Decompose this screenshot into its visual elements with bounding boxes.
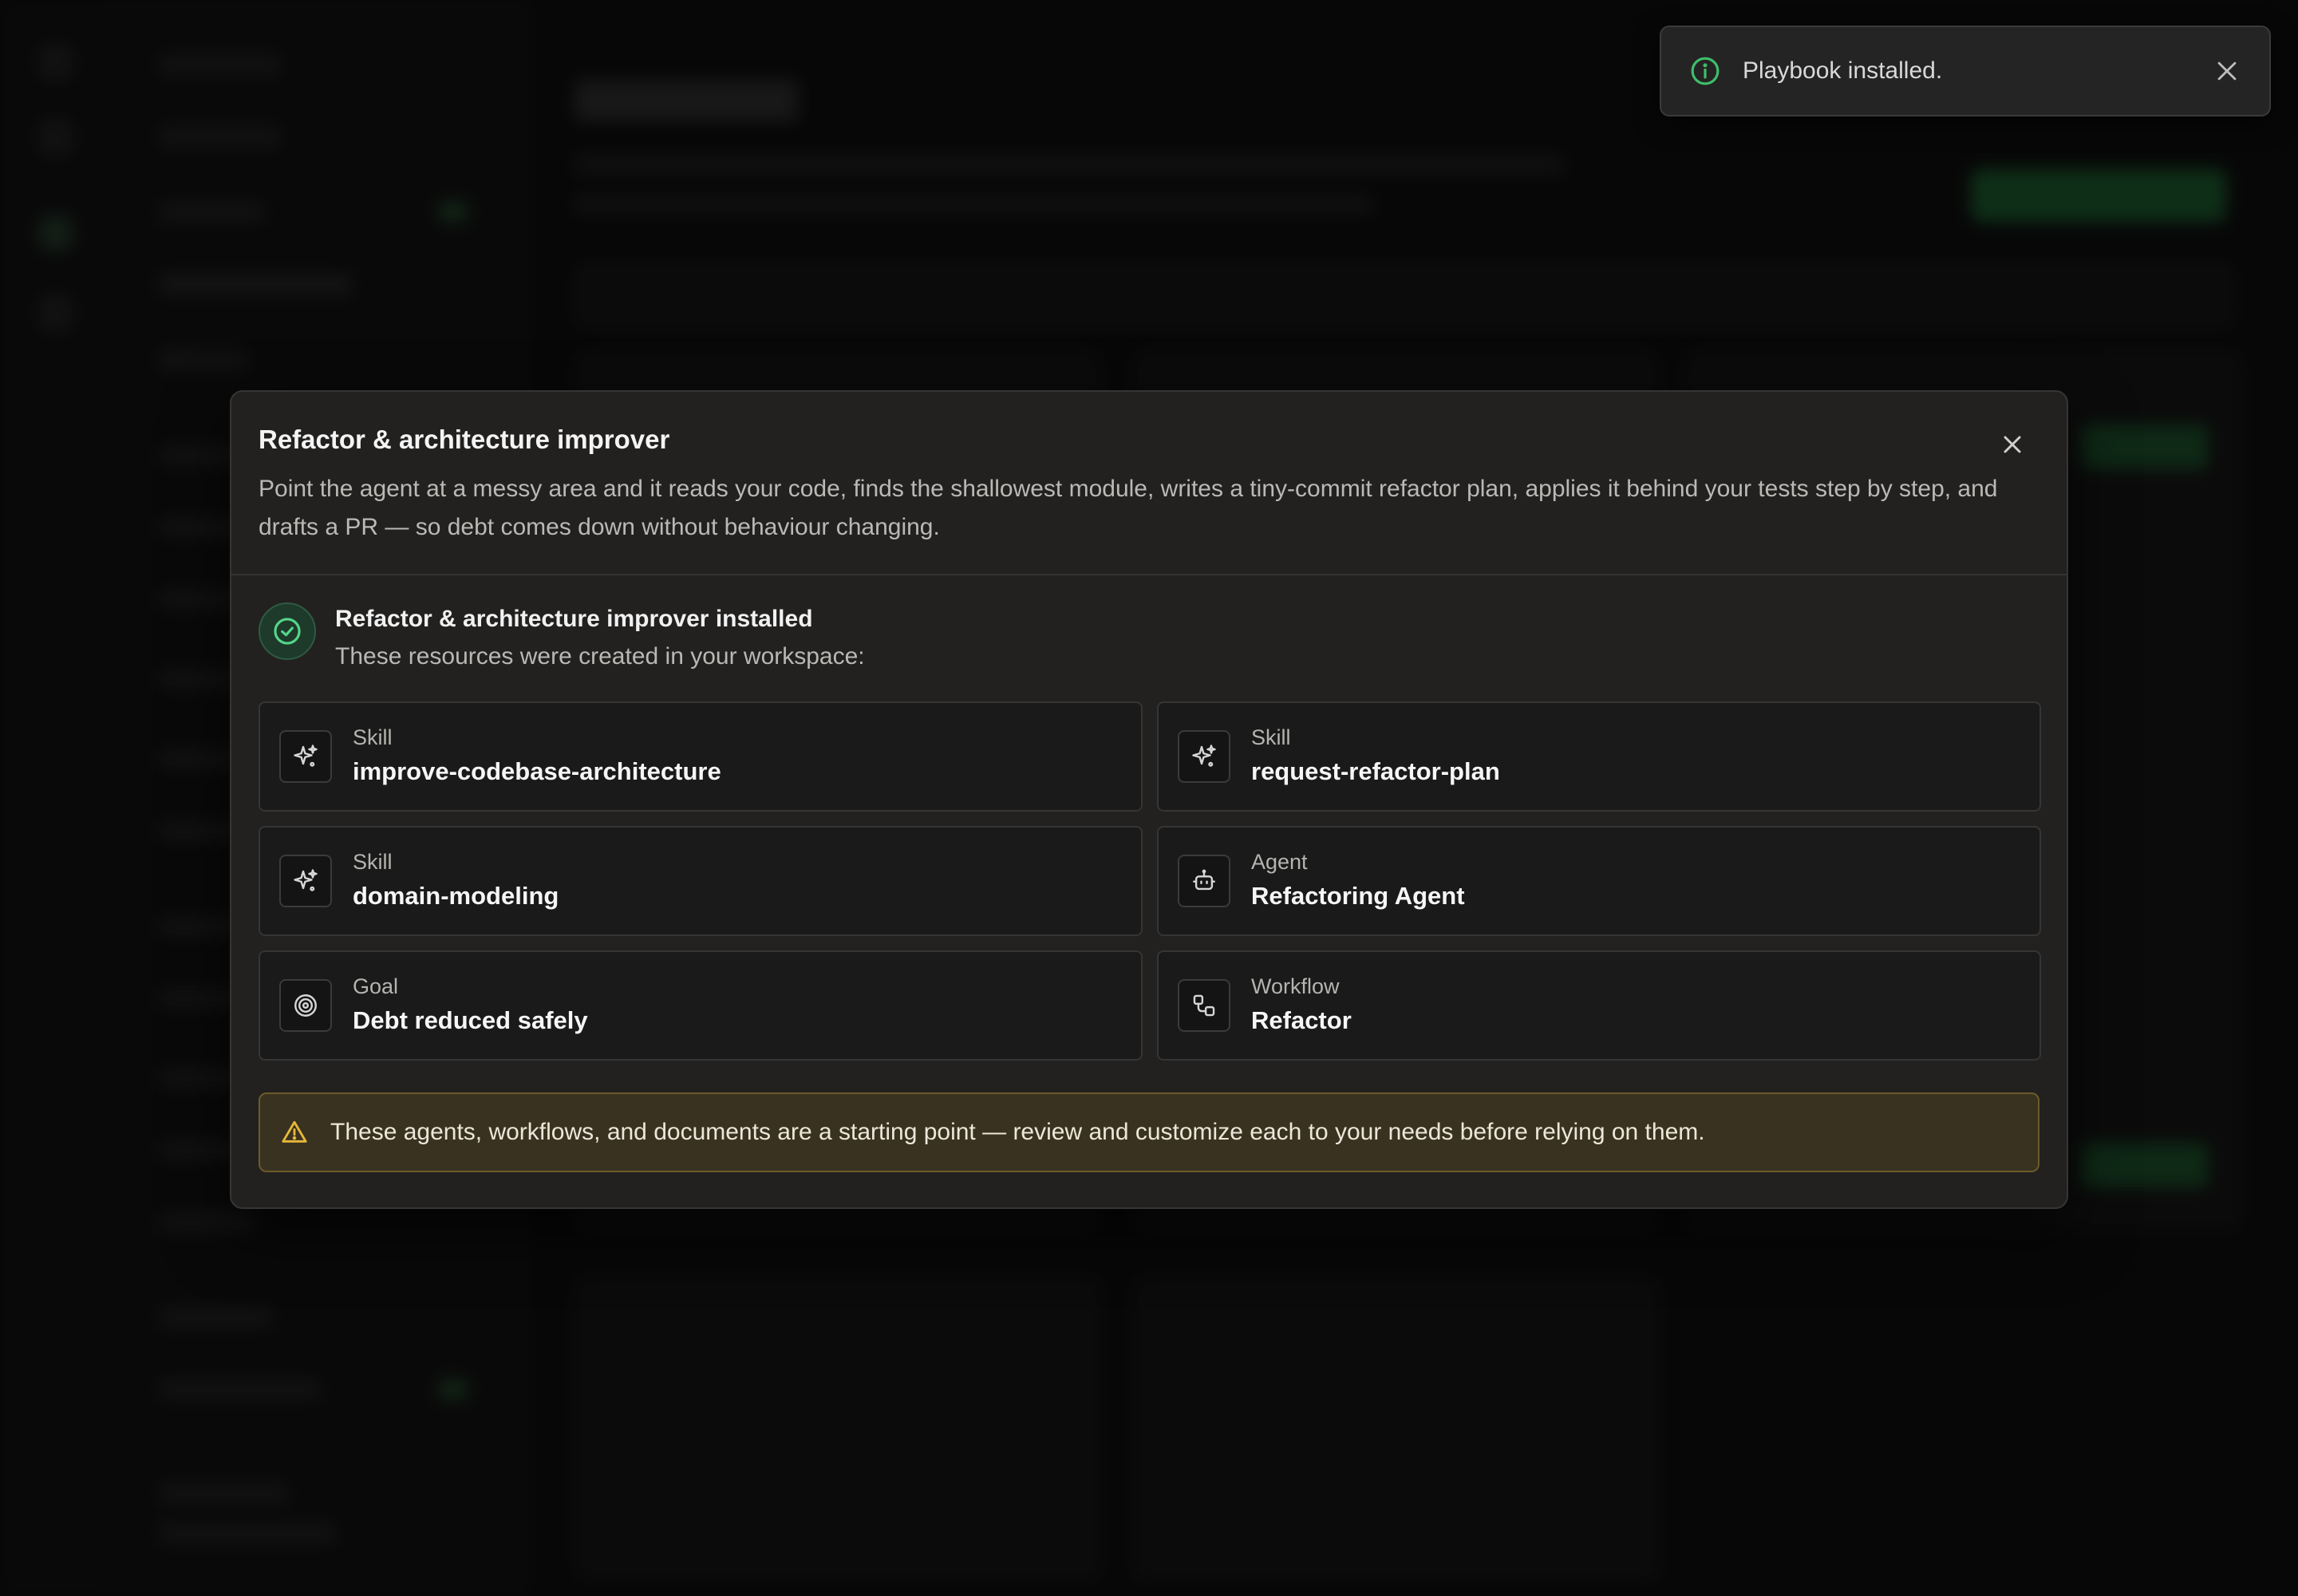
warning-banner: These agents, workflows, and documents a…	[259, 1092, 2039, 1172]
target-icon	[279, 979, 332, 1032]
sparkles-icon	[1178, 730, 1230, 783]
resource-card[interactable]: Agent Refactoring Agent	[1157, 826, 2041, 936]
resource-card[interactable]: Skill improve-codebase-architecture	[259, 701, 1143, 812]
dialog-header: Refactor & architecture improver Point t…	[231, 392, 2067, 575]
resource-card[interactable]: Workflow Refactor	[1157, 950, 2041, 1061]
resource-kind: Skill	[353, 850, 393, 874]
resource-card[interactable]: Skill request-refactor-plan	[1157, 701, 2041, 812]
dialog-description: Point the agent at a messy area and it r…	[259, 476, 1998, 540]
check-circle-icon	[259, 602, 316, 660]
resource-name: improve-codebase-architecture	[353, 757, 721, 785]
resource-name: Debt reduced safely	[353, 1006, 588, 1034]
resource-card[interactable]: Goal Debt reduced safely	[259, 950, 1143, 1061]
resource-kind: Skill	[353, 725, 393, 749]
install-dialog: Refactor & architecture improver Point t…	[230, 390, 2068, 1209]
resource-card[interactable]: Skill domain-modeling	[259, 826, 1143, 936]
warning-icon	[282, 1120, 307, 1143]
toast-close-button[interactable]	[2213, 57, 2241, 85]
toast-message: Playbook installed.	[1743, 57, 1943, 84]
dialog-title: Refactor & architecture improver	[259, 425, 670, 454]
sparkles-icon	[279, 730, 332, 783]
resource-name: Refactoring Agent	[1251, 882, 1465, 910]
resource-name: Refactor	[1251, 1006, 1352, 1034]
sparkles-icon	[279, 855, 332, 907]
warning-text: These agents, workflows, and documents a…	[330, 1119, 1705, 1145]
resource-kind: Skill	[1251, 725, 1291, 749]
dialog-body: Refactor & architecture improver install…	[231, 575, 2067, 1172]
resource-name: domain-modeling	[353, 882, 559, 910]
robot-icon	[1178, 855, 1230, 907]
resource-kind: Workflow	[1251, 974, 1340, 998]
install-success-subtitle: These resources were created in your wor…	[335, 643, 865, 670]
info-icon	[1691, 57, 1720, 85]
dialog-close-button[interactable]	[1998, 430, 2027, 459]
install-success-title: Refactor & architecture improver install…	[335, 606, 813, 632]
resource-kind: Goal	[353, 974, 399, 998]
workflow-icon	[1178, 979, 1230, 1032]
install-success: Refactor & architecture improver install…	[259, 599, 2039, 701]
toast-notification: Playbook installed.	[1660, 26, 2271, 117]
resource-kind: Agent	[1251, 850, 1308, 874]
resource-name: request-refactor-plan	[1251, 757, 1500, 785]
resource-grid: Skill improve-codebase-architecture Skil…	[259, 701, 2041, 1061]
